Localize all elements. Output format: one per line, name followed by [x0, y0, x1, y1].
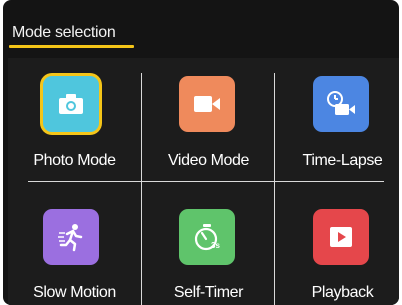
- mode-tile-playback[interactable]: Playback: [276, 182, 399, 305]
- mode-tile-video[interactable]: Video Mode: [142, 58, 275, 181]
- mode-tile-time-lapse[interactable]: Time-Lapse: [276, 58, 399, 181]
- page-title: Mode selection: [12, 24, 116, 41]
- playback-icon-tile: [313, 209, 369, 265]
- mode-label: Video Mode: [167, 152, 250, 169]
- time-lapse-icon-tile: [313, 76, 369, 132]
- mode-label: Self-Timer: [173, 284, 244, 301]
- mode-label: Playback: [311, 284, 374, 301]
- title-underline: [9, 45, 134, 48]
- mode-tile-slow-motion[interactable]: Slow Motion: [8, 182, 141, 305]
- camera-icon: [59, 94, 83, 114]
- video-mode-icon-tile: [179, 76, 235, 132]
- running-person-icon: [58, 224, 83, 252]
- video-camera-icon: [194, 96, 220, 112]
- mode-label: Photo Mode: [33, 152, 116, 169]
- slow-motion-icon-tile: [43, 209, 99, 265]
- mode-grid: Photo Mode Video Mode Time-Lapse Slow Mo…: [8, 58, 399, 305]
- photo-mode-icon-tile: [43, 76, 99, 132]
- mode-tile-photo[interactable]: Photo Mode: [8, 58, 141, 181]
- mode-selection-screen: Mode selection Photo Mode Video Mode Tim…: [3, 0, 399, 305]
- self-timer-icon-tile: 3s: [179, 209, 235, 265]
- mode-label: Time-Lapse: [302, 152, 383, 169]
- play-icon: [330, 227, 352, 247]
- timer-3s-icon: 3s: [194, 224, 220, 251]
- mode-label: Slow Motion: [33, 284, 116, 301]
- time-lapse-icon: [327, 91, 355, 115]
- svg-text:3s: 3s: [211, 241, 220, 250]
- mode-tile-self-timer[interactable]: 3s Self-Timer: [142, 182, 275, 305]
